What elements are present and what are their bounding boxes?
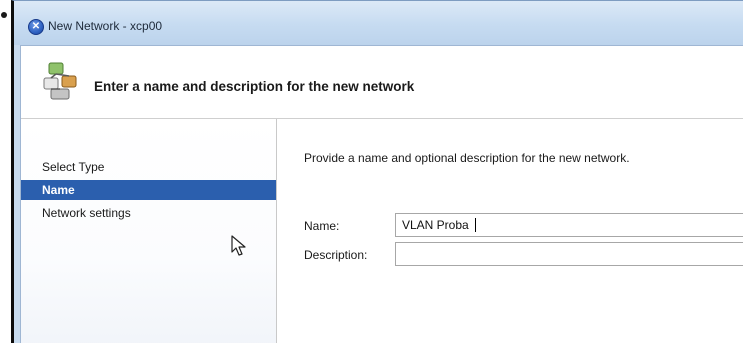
description-input[interactable] [395,242,743,266]
description-label: Description: [304,248,368,262]
text-caret [475,218,476,232]
window-title: New Network - xcp00 [48,19,163,33]
name-input[interactable] [395,213,743,237]
wizard-client-area: Enter a name and description for the new… [20,45,743,343]
wizard-header-title: Enter a name and description for the new… [94,79,415,94]
bullet-marker [1,12,7,18]
screenshot-stage: ✕ New Network - xcp00 Enter a name and d… [0,0,743,343]
wizard-steps-sidebar: Select Type Name Network settings [21,119,277,343]
mouse-pointer-icon [231,235,246,256]
sidebar-item-network-settings[interactable]: Network settings [21,203,276,223]
network-wizard-icon [43,62,77,100]
sidebar-item-name[interactable]: Name [21,180,276,200]
wizard-content-panel: Provide a name and optional description … [277,119,743,343]
xencenter-app-icon: ✕ [28,19,44,35]
sidebar-item-select-type[interactable]: Select Type [21,157,276,177]
wizard-window: ✕ New Network - xcp00 Enter a name and d… [11,0,743,343]
title-bar[interactable]: ✕ New Network - xcp00 [14,1,743,45]
name-label: Name: [304,219,340,233]
instruction-text: Provide a name and optional description … [304,151,630,165]
wizard-header: Enter a name and description for the new… [21,46,743,119]
